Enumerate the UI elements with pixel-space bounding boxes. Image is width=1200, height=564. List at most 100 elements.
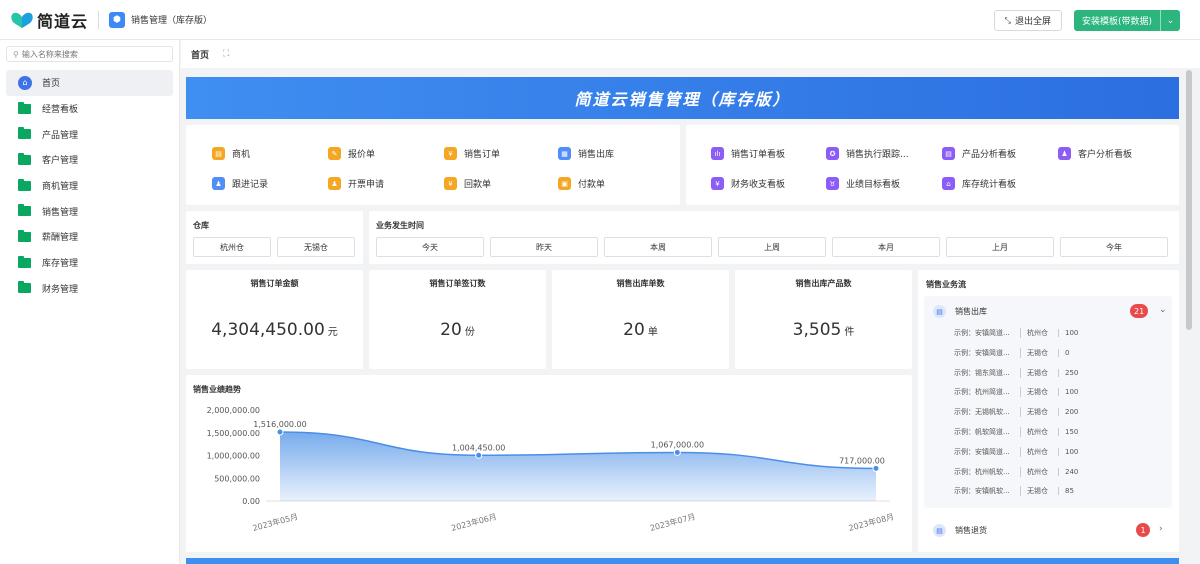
quick-link-label: 报价单 bbox=[348, 150, 376, 160]
list-item[interactable]: 示例：无锡帆软... 无锡仓 200 bbox=[954, 406, 1088, 418]
time-today-button[interactable]: 今天 bbox=[376, 237, 484, 257]
row-name: 示例：无锡帆软... bbox=[954, 408, 1010, 417]
finance-icon: ¥ bbox=[711, 177, 724, 190]
row-name: 示例：杭州帆软... bbox=[954, 467, 1010, 476]
row-warehouse: 杭州仓 bbox=[1020, 328, 1058, 338]
sidebar-item-opportunities[interactable]: 商机管理 bbox=[6, 173, 173, 199]
sidebar-item-salary[interactable]: 薪酬管理 bbox=[6, 224, 173, 250]
data-label: 1,004,450.00 bbox=[452, 443, 505, 452]
kpi-title: 销售出库单数 bbox=[616, 279, 665, 288]
search-box[interactable]: ⚲ bbox=[6, 46, 173, 62]
sidebar-item-finance[interactable]: 财务管理 bbox=[6, 276, 173, 302]
chevron-down-icon[interactable]: ⌄ bbox=[1159, 305, 1167, 315]
sidebar-item-business-dashboard[interactable]: 经营看板 bbox=[6, 96, 173, 122]
kpi-value: 4,304,450.00 元 bbox=[186, 320, 363, 340]
quick-link-payment[interactable]: ▣ 付款单 bbox=[558, 177, 605, 190]
list-item[interactable]: 示例：杭州帆软... 杭州仓 240 bbox=[954, 466, 1088, 478]
time-last-week-button[interactable]: 上周 bbox=[718, 237, 826, 257]
flow-head-outbound[interactable]: ▤ 销售出库 bbox=[933, 305, 987, 318]
row-warehouse: 无锡仓 bbox=[1020, 367, 1058, 378]
row-quantity: 85 bbox=[1058, 487, 1088, 496]
time-this-week-button[interactable]: 本周 bbox=[604, 237, 712, 257]
quick-link-followup[interactable]: ♟ 跟进记录 bbox=[212, 177, 268, 190]
row-name: 示例：安镇简道... bbox=[954, 348, 1010, 357]
row-warehouse: 杭州仓 bbox=[1020, 427, 1058, 437]
quick-link-label: 库存统计看板 bbox=[962, 180, 1017, 190]
row-name: 示例：安镇简道... bbox=[954, 447, 1010, 456]
kpi-sales-order-count: 销售订单签订数 20 份 bbox=[369, 270, 546, 369]
row-name: 示例：安镇简道... bbox=[954, 329, 1010, 337]
sidebar-item-inventory[interactable]: 库存管理 bbox=[6, 250, 173, 276]
quick-link-target-dashboard[interactable]: ♉ 业绩目标看板 bbox=[826, 177, 900, 190]
flow-head-return[interactable]: ▤ 销售退货 bbox=[933, 524, 987, 537]
return-count-badge: 1 bbox=[1136, 523, 1150, 537]
quick-link-product-analysis[interactable]: ▤ 产品分析看板 bbox=[942, 147, 1016, 160]
quick-link-label: 跟进记录 bbox=[232, 180, 269, 190]
bottom-banner-edge bbox=[186, 558, 1179, 564]
exit-fullscreen-button[interactable]: ⤡ 退出全屏 bbox=[993, 10, 1062, 31]
quick-link-label: 销售执行跟踪... bbox=[846, 150, 909, 160]
quick-link-invoice-request[interactable]: ♟ 开票申请 bbox=[328, 177, 384, 190]
quick-link-label: 客户分析看板 bbox=[1078, 150, 1133, 160]
install-template-button[interactable]: 安装模板(带数据) bbox=[1073, 10, 1160, 31]
time-yesterday-button[interactable]: 昨天 bbox=[490, 237, 598, 257]
quick-link-label: 开票申请 bbox=[348, 180, 385, 190]
list-item[interactable]: 示例：安镇简道... 无锡仓 0 bbox=[954, 347, 1088, 359]
tab-home[interactable]: 首页 bbox=[191, 48, 209, 61]
warehouse-hangzhou-button[interactable]: 杭州仓 bbox=[193, 237, 271, 257]
list-item[interactable]: 示例：安镇简道... 杭州仓 100 bbox=[954, 327, 1088, 339]
area-fill bbox=[280, 432, 876, 501]
kpi-number: 3,505 bbox=[792, 320, 842, 340]
list-item[interactable]: 示例：帆软简道... 杭州仓 150 bbox=[954, 426, 1088, 438]
sidebar-item-home[interactable]: ⌂ 首页 bbox=[6, 70, 173, 96]
time-last-month-button[interactable]: 上月 bbox=[946, 237, 1054, 257]
install-dropdown-button[interactable]: ⌄ bbox=[1160, 10, 1180, 31]
row-quantity: 200 bbox=[1058, 408, 1088, 417]
quick-link-sales-tracking[interactable]: ✪ 销售执行跟踪... bbox=[826, 147, 909, 160]
x-tick-label: 2023年08月 bbox=[847, 511, 895, 533]
opportunity-icon: ▤ bbox=[212, 147, 225, 160]
kpi-value: 3,505 件 bbox=[735, 320, 912, 340]
time-this-year-button[interactable]: 今年 bbox=[1060, 237, 1168, 257]
time-this-month-button[interactable]: 本月 bbox=[832, 237, 940, 257]
page-scrollbar[interactable] bbox=[1186, 70, 1192, 330]
quick-link-opportunity[interactable]: ▤ 商机 bbox=[212, 147, 250, 160]
x-tick-label: 2023年06月 bbox=[450, 511, 498, 533]
payment-icon: ▣ bbox=[558, 177, 571, 190]
sidebar-item-label: 商机管理 bbox=[42, 182, 79, 193]
y-tick-label: 500,000.00 bbox=[214, 474, 260, 483]
row-quantity: 100 bbox=[1058, 388, 1088, 397]
y-tick-label: 0.00 bbox=[242, 497, 260, 506]
quick-link-customer-analysis[interactable]: ♟ 客户分析看板 bbox=[1058, 147, 1132, 160]
quick-link-sales-order-dashboard[interactable]: ılı 销售订单看板 bbox=[711, 147, 785, 160]
list-item[interactable]: 示例：锡东简道... 无锡仓 250 bbox=[954, 367, 1088, 379]
sidebar-item-products[interactable]: 产品管理 bbox=[6, 121, 173, 147]
quick-link-finance-dashboard[interactable]: ¥ 财务收支看板 bbox=[711, 177, 785, 190]
expand-icon[interactable]: ⛶ bbox=[223, 49, 229, 59]
logo[interactable]: 简道云 bbox=[10, 8, 88, 32]
sales-trend-card: 销售业绩趋势 2,000,000.00 1,500,000.00 1,000,000… bbox=[186, 375, 912, 552]
sidebar-item-sales[interactable]: 销售管理 bbox=[6, 198, 173, 224]
row-warehouse: 无锡仓 bbox=[1020, 486, 1058, 497]
quick-link-receipt[interactable]: ¥ 回款单 bbox=[444, 177, 491, 190]
sidebar-item-customers[interactable]: 客户管理 bbox=[6, 147, 173, 173]
quick-link-sales-outbound[interactable]: ▦ 销售出库 bbox=[558, 147, 614, 160]
invoice-icon: ♟ bbox=[328, 177, 341, 190]
list-item[interactable]: 示例：安镇帆软... 无锡仓 85 bbox=[954, 485, 1088, 497]
list-item[interactable]: 示例：杭州简道... 无锡仓 100 bbox=[954, 386, 1088, 398]
folder-icon bbox=[18, 152, 31, 165]
list-item[interactable]: 示例：安镇简道... 杭州仓 100 bbox=[954, 446, 1088, 458]
row-warehouse: 无锡仓 bbox=[1020, 387, 1058, 398]
quick-link-label: 回款单 bbox=[464, 180, 492, 190]
quick-link-sales-order[interactable]: ¥ 销售订单 bbox=[444, 147, 500, 160]
warehouse-wuxi-button[interactable]: 无锡仓 bbox=[277, 237, 355, 257]
quick-link-quote[interactable]: ✎ 报价单 bbox=[328, 147, 375, 160]
chevron-right-icon[interactable]: › bbox=[1159, 524, 1163, 534]
sidebar-item-label: 销售管理 bbox=[42, 207, 79, 218]
quick-link-label: 销售出库 bbox=[578, 150, 615, 160]
search-input[interactable] bbox=[21, 49, 162, 59]
x-tick-label: 2023年07月 bbox=[649, 511, 697, 533]
kpi-number: 20 bbox=[440, 320, 462, 340]
quick-link-inventory-dashboard[interactable]: ⌂ 库存统计看板 bbox=[942, 177, 1016, 190]
row-name: 示例：杭州简道... bbox=[954, 388, 1010, 397]
